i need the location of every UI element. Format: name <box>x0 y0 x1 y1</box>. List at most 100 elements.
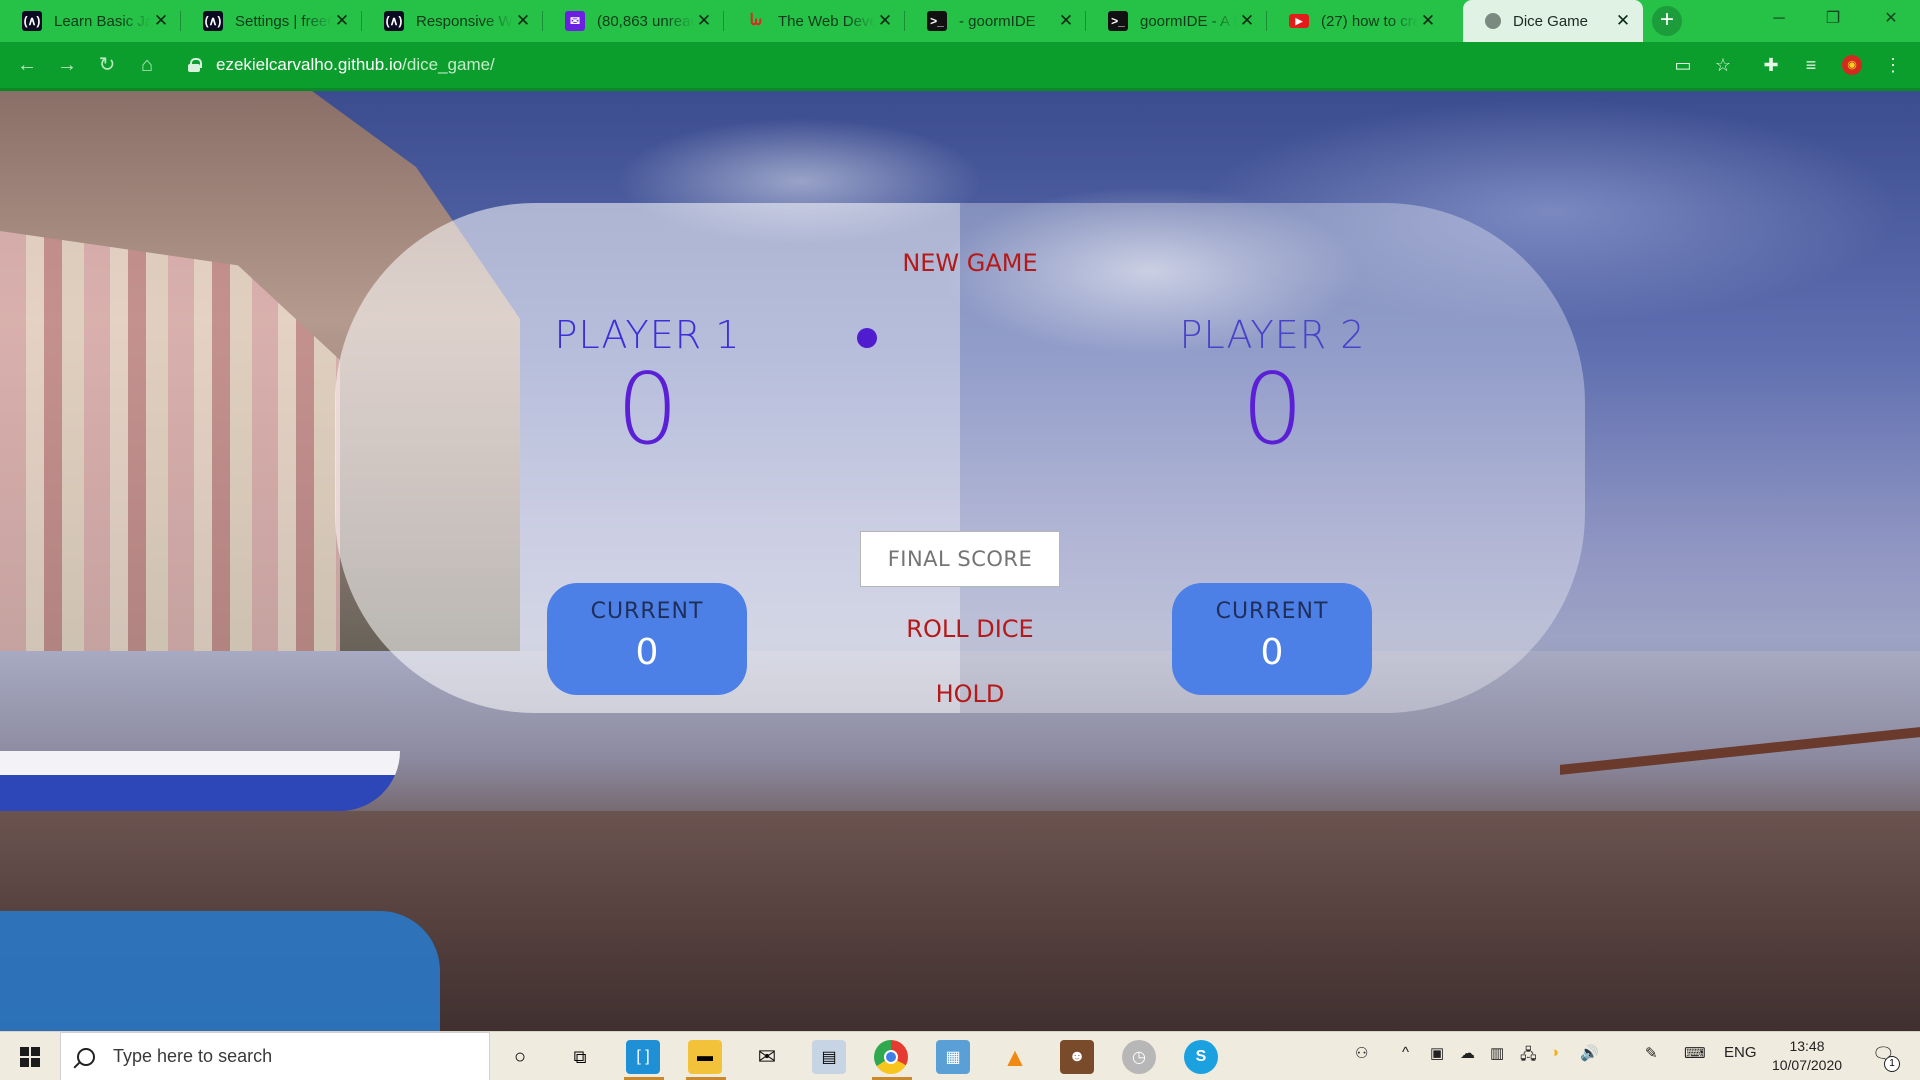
search-icon <box>77 1047 95 1066</box>
tab-title: (80,863 unread) <box>597 12 694 30</box>
tab-dice-game[interactable]: Dice Game ✕ <box>1463 0 1643 42</box>
address-bar-row: ← → ↻ ⌂ ezekielcarvalho.github.io/dice_g… <box>0 42 1920 88</box>
norton-icon[interactable]: ◑ <box>1550 1044 1559 1061</box>
roll-dice-button[interactable]: ROLL DICE <box>860 615 1080 643</box>
forward-arrow-icon[interactable]: → <box>54 52 80 78</box>
language-indicator[interactable]: ENG <box>1724 1044 1757 1061</box>
close-icon[interactable]: ✕ <box>1056 11 1076 31</box>
tab-mail[interactable]: ✉ (80,863 unread) ✕ <box>543 0 724 42</box>
tab-title: Settings | freeCodeCamp <box>235 12 332 30</box>
task-view-icon[interactable]: ⧉ <box>563 1040 597 1074</box>
tab-responsive-web-design[interactable]: (∧) Responsive Web Design ✕ <box>362 0 543 42</box>
tab-goormide[interactable]: >_ - goormIDE ✕ <box>905 0 1086 42</box>
photos-app-icon[interactable]: ▤ <box>812 1040 846 1074</box>
cortana-icon[interactable]: ○ <box>503 1040 537 1074</box>
background-boat-blue <box>0 911 440 1031</box>
file-explorer-icon[interactable]: ▬ <box>688 1040 722 1074</box>
keyboard-icon[interactable]: ⌨ <box>1684 1044 1706 1062</box>
search-placeholder: Type here to search <box>113 1046 273 1066</box>
nvidia-icon[interactable]: ▣ <box>1430 1044 1444 1062</box>
chrome-icon[interactable] <box>874 1040 908 1074</box>
control-panel-icon[interactable]: ▦ <box>936 1040 970 1074</box>
windows-taskbar: Type here to search ○ ⧉ [ ] ▬ ✉ ▤ ▦ ▲ ☻ … <box>0 1031 1920 1080</box>
profile-flag-icon[interactable]: ◉ <box>1842 55 1862 75</box>
tab-learn-basic-javascript[interactable]: (∧) Learn Basic JavaScript ✕ <box>0 0 181 42</box>
player-2-name: PLAYER 2 <box>1179 313 1366 357</box>
game-app-icon[interactable]: ☻ <box>1060 1040 1094 1074</box>
close-icon[interactable]: ✕ <box>513 11 533 31</box>
media-control-icon[interactable]: ≡ <box>1800 54 1822 76</box>
player-2-current-box: CURRENT 0 <box>1172 583 1372 695</box>
taskbar-search-box[interactable]: Type here to search <box>60 1032 490 1080</box>
tab-title: Responsive Web Design <box>416 12 513 30</box>
app-tray-icon[interactable]: ▥ <box>1490 1044 1504 1062</box>
youtube-icon: ▶ <box>1289 14 1309 28</box>
tab-goormide-cloud[interactable]: >_ goormIDE - A Powerful Cloud IDE ✕ <box>1086 0 1267 42</box>
vlc-icon[interactable]: ▲ <box>998 1040 1032 1074</box>
pen-icon[interactable]: ✎ <box>1645 1044 1658 1062</box>
tab-title: The Web Developer Bootcamp <box>778 12 875 30</box>
mail-icon: ✉ <box>565 11 585 31</box>
url-field[interactable]: ezekielcarvalho.github.io/dice_game/ <box>188 52 495 78</box>
home-icon[interactable]: ⌂ <box>134 52 160 78</box>
reload-icon[interactable]: ↻ <box>94 52 120 78</box>
dice-game-page: PLAYER 1 0 CURRENT 0 PLAYER 2 0 CURRENT … <box>0 91 1920 1031</box>
current-label: CURRENT <box>590 599 704 624</box>
cast-icon[interactable]: ▭ <box>1672 54 1694 76</box>
onedrive-icon[interactable]: ☁ <box>1460 1044 1475 1062</box>
notification-count-badge: 1 <box>1884 1056 1900 1072</box>
lock-icon <box>188 58 202 72</box>
tab-title: - goormIDE <box>959 12 1036 30</box>
url-path: /dice_game/ <box>402 55 495 74</box>
star-icon[interactable]: ☆ <box>1712 54 1734 76</box>
clock-time: 13:48 <box>1789 1038 1825 1054</box>
freecodecamp-icon: (∧) <box>384 11 404 31</box>
volume-icon[interactable]: 🔊 <box>1580 1044 1599 1062</box>
close-icon[interactable]: ✕ <box>694 11 714 31</box>
chevron-up-icon[interactable]: ^ <box>1402 1044 1409 1061</box>
tab-title: Dice Game <box>1513 12 1589 30</box>
tab-title: Learn Basic JavaScript <box>54 12 151 30</box>
network-icon[interactable]: 🖧 <box>1520 1044 1537 1069</box>
final-score-input[interactable] <box>860 531 1060 587</box>
tab-web-developer-bootcamp[interactable]: ᘈ The Web Developer Bootcamp ✕ <box>724 0 905 42</box>
player-2-score: 0 <box>1241 353 1304 467</box>
close-icon[interactable]: ✕ <box>151 11 171 31</box>
skype-icon[interactable]: S <box>1184 1040 1218 1074</box>
tab-settings-freecodecamp[interactable]: (∧) Settings | freeCodeCamp ✕ <box>181 0 362 42</box>
back-arrow-icon[interactable]: ← <box>14 52 40 78</box>
window-close-icon[interactable]: ✕ <box>1868 0 1914 38</box>
start-button[interactable] <box>0 1032 60 1080</box>
freecodecamp-icon: (∧) <box>203 11 223 31</box>
close-icon[interactable]: ✕ <box>1418 11 1438 31</box>
current-label: CURRENT <box>1215 599 1329 624</box>
menu-dots-icon[interactable]: ⋮ <box>1882 54 1904 76</box>
people-icon[interactable]: ⚇ <box>1355 1044 1368 1062</box>
tab-youtube[interactable]: ▶ (27) how to create ✕ <box>1267 0 1448 42</box>
new-tab-button[interactable]: + <box>1652 6 1682 36</box>
app-compass-icon[interactable]: ◷ <box>1122 1040 1156 1074</box>
udemy-icon: ᘈ <box>750 12 762 29</box>
url-host: ezekielcarvalho.github.io <box>216 55 403 74</box>
brackets-app-icon[interactable]: [ ] <box>626 1040 660 1074</box>
terminal-icon: >_ <box>927 11 947 31</box>
restore-icon[interactable]: ❐ <box>1810 0 1856 38</box>
clock-date: 10/07/2020 <box>1771 1057 1843 1073</box>
windows-logo-icon <box>20 1046 40 1067</box>
active-player-dot-icon <box>857 328 877 348</box>
close-icon[interactable]: ✕ <box>875 11 895 31</box>
background-boat <box>0 751 400 811</box>
browser-tab-strip: (∧) Learn Basic JavaScript ✕ (∧) Setting… <box>0 0 1920 42</box>
extensions-icon[interactable]: ✚ <box>1760 54 1782 76</box>
terminal-icon: >_ <box>1108 11 1128 31</box>
hold-button[interactable]: HOLD <box>860 680 1080 708</box>
mail-app-icon[interactable]: ✉ <box>750 1040 784 1074</box>
close-icon[interactable]: ✕ <box>1237 11 1257 31</box>
close-icon[interactable]: ✕ <box>1613 11 1633 31</box>
player-1-current-box: CURRENT 0 <box>547 583 747 695</box>
new-game-button[interactable]: NEW GAME <box>860 249 1080 277</box>
clock[interactable]: 13:48 10/07/2020 <box>1762 1037 1852 1075</box>
close-icon[interactable]: ✕ <box>332 11 352 31</box>
globe-icon <box>1485 13 1501 29</box>
minimize-icon[interactable]: ─ <box>1756 0 1802 38</box>
